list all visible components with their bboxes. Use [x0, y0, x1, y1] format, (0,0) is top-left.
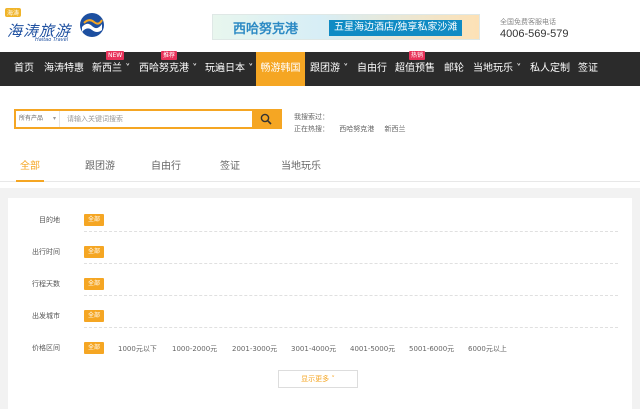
site-logo[interactable]: 海涛 海涛旅游 Haitao Travel — [5, 8, 105, 44]
tab-label: 跟团游 — [85, 161, 115, 172]
search-button[interactable] — [252, 111, 280, 127]
hot-search-tag[interactable]: 新西兰 — [384, 125, 405, 133]
filter-row-price: 价格区间 全部 1000元以下 1000-2000元 2001-3000元 30… — [8, 338, 632, 360]
price-option[interactable]: 2001-3000元 — [232, 344, 277, 354]
price-option[interactable]: 4001-5000元 — [350, 344, 395, 354]
price-option[interactable]: 1000元以下 — [118, 344, 157, 354]
tab-local-fun[interactable]: 当地玩乐 — [280, 158, 322, 182]
search-category-select[interactable]: 所有产品 ▾ — [16, 111, 60, 127]
chevron-down-icon: ˅ — [343, 63, 349, 74]
filter-label: 行程天数 — [32, 280, 60, 288]
tab-label: 当地玩乐 — [281, 161, 321, 172]
filter-all-chip[interactable]: 全部 — [84, 214, 105, 226]
nav-item-cruise[interactable]: 邮轮 — [444, 52, 464, 86]
tab-group-tour[interactable]: 跟团游 — [80, 158, 120, 182]
filter-label: 出行时间 — [32, 248, 60, 256]
row-divider — [84, 327, 618, 328]
search-input[interactable] — [61, 111, 254, 127]
nav-item-label: 超值预售 — [395, 63, 435, 74]
nav-item-label: 跟团游 — [310, 63, 340, 74]
hot-search-tag[interactable]: 西哈努克港 — [339, 125, 374, 133]
banner-title: 西哈努克港 — [233, 22, 299, 37]
tab-all[interactable]: 全部 — [16, 158, 44, 182]
nav-item-label: 邮轮 — [444, 63, 464, 74]
nav-item-deals[interactable]: 海涛特惠 — [44, 52, 84, 86]
nav-item-label: 私人定制 — [530, 63, 570, 74]
row-divider — [84, 263, 618, 264]
nav-item-home[interactable]: 首页 — [14, 52, 34, 86]
nav-item-visa[interactable]: 签证 — [578, 52, 598, 86]
chevron-down-icon: ˅ — [192, 63, 198, 74]
category-tabs: 全部 跟团游 自由行 签证 当地玩乐 — [0, 158, 640, 182]
filter-all-chip[interactable]: 全部 — [84, 246, 105, 258]
search-icon — [260, 113, 272, 125]
row-divider — [84, 295, 618, 296]
nav-item-group-tour[interactable]: 跟团游 ˅ — [310, 52, 348, 86]
nav-item-independent[interactable]: 自由行 — [357, 52, 387, 86]
filter-label: 价格区间 — [32, 344, 60, 352]
filter-label: 目的地 — [39, 216, 60, 224]
nav-badge-recommend: 推荐 — [161, 51, 178, 60]
show-more-button[interactable]: 显示更多 ˅ — [278, 370, 358, 388]
chevron-down-icon: ˅ — [516, 63, 522, 74]
nav-item-label: 新西兰 — [92, 63, 122, 74]
hot-search-label: 正在热搜： — [294, 125, 329, 133]
tab-label: 签证 — [220, 161, 240, 172]
filter-row-travel-time: 出行时间 全部 — [8, 242, 632, 264]
price-option[interactable]: 6000元以上 — [468, 344, 507, 354]
logo-badge: 海涛 — [5, 8, 22, 17]
search-history-label: 我搜索过： — [294, 113, 329, 121]
nav-item-korea[interactable]: 畅游韩国 — [256, 52, 305, 86]
logo-subtitle: Haitao Travel — [35, 37, 69, 43]
nav-item-local-fun[interactable]: 当地玩乐 ˅ — [473, 52, 521, 86]
filter-all-chip[interactable]: 全部 — [84, 342, 105, 354]
nav-badge-hot: 热销 — [409, 51, 426, 60]
price-option[interactable]: 1000-2000元 — [172, 344, 217, 354]
chevron-down-icon: ˅ — [248, 63, 254, 74]
tab-label: 自由行 — [151, 161, 181, 172]
filter-all-chip[interactable]: 全部 — [84, 278, 105, 290]
hotline-label: 全国免费客服电话 — [500, 18, 556, 26]
chevron-down-icon: ▾ — [52, 115, 56, 122]
hotline-number: 4006-569-579 — [500, 28, 569, 40]
nav-item-new-zealand[interactable]: NEW 新西兰 ˅ — [92, 51, 131, 86]
price-option[interactable]: 5001-6000元 — [409, 344, 454, 354]
nav-item-sihanoukville[interactable]: 推荐 西哈努克港 ˅ — [139, 51, 198, 86]
site-header: 海涛 海涛旅游 Haitao Travel 西哈努克港 五星海边酒店/独享私家沙… — [0, 0, 640, 52]
search-bar: 所有产品 ▾ — [14, 109, 282, 129]
nav-item-label: 签证 — [578, 63, 598, 74]
nav-item-custom[interactable]: 私人定制 — [530, 52, 570, 86]
tab-visa[interactable]: 签证 — [218, 158, 242, 182]
nav-item-presale[interactable]: 热销 超值预售 — [395, 51, 435, 86]
filter-row-destination: 目的地 全部 — [8, 210, 632, 232]
wave-logo-icon — [80, 13, 104, 37]
price-option[interactable]: 3001-4000元 — [291, 344, 336, 354]
nav-item-label: 海涛特惠 — [44, 63, 84, 74]
nav-item-label: 首页 — [14, 63, 34, 74]
hotline: 全国免费客服电话 4006-569-579 — [500, 17, 620, 40]
filter-all-chip[interactable]: 全部 — [84, 310, 105, 322]
promo-banner[interactable]: 西哈努克港 五星海边酒店/独享私家沙滩 — [212, 14, 480, 40]
nav-item-japan[interactable]: 玩遍日本 ˅ — [205, 52, 253, 86]
nav-item-label: 畅游韩国 — [260, 63, 301, 74]
tab-label: 全部 — [20, 161, 40, 172]
banner-subtitle: 五星海边酒店/独享私家沙滩 — [329, 20, 463, 36]
nav-badge-new: NEW — [106, 51, 125, 60]
nav-item-label: 当地玩乐 — [473, 63, 513, 74]
nav-item-label: 玩遍日本 — [205, 63, 245, 74]
filter-row-days: 行程天数 全部 — [8, 274, 632, 296]
tab-independent[interactable]: 自由行 — [150, 158, 182, 182]
search-category-label: 所有产品 — [19, 115, 44, 122]
chevron-down-icon: ˅ — [125, 63, 131, 74]
nav-item-label: 西哈努克港 — [139, 63, 189, 74]
nav-item-label: 自由行 — [357, 63, 387, 74]
main-nav: 首页 海涛特惠 NEW 新西兰 ˅ 推荐 西哈努克港 ˅ 玩遍日本 ˅ 畅游韩国… — [0, 51, 640, 86]
filter-row-departure-city: 出发城市 全部 — [8, 306, 632, 328]
search-hints: 我搜索过： 正在热搜： 西哈努克港 新西兰 — [294, 111, 405, 135]
row-divider — [84, 231, 618, 232]
filter-label: 出发城市 — [32, 312, 60, 320]
